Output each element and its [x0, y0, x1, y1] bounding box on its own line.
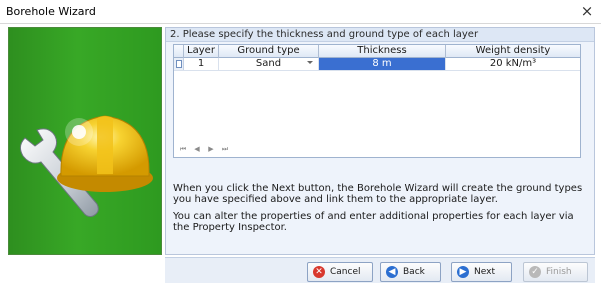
wizard-banner — [8, 27, 162, 255]
cancel-label: Cancel — [330, 267, 361, 277]
wizard-footer: ✕ Cancel ◀ Back ▶ Next ✓ Finish — [165, 257, 595, 283]
last-record-icon[interactable]: ⏭ — [220, 143, 230, 155]
table-row[interactable]: 1 Sand 8 m 20 kN/m³ — [174, 58, 580, 71]
row-indicator[interactable] — [174, 58, 184, 70]
first-record-icon[interactable]: ⏮ — [178, 143, 188, 155]
cell-weight-density[interactable]: 20 kN/m³ — [446, 58, 580, 70]
column-header-ground-type[interactable]: Ground type — [219, 45, 319, 58]
cell-layer[interactable]: 1 — [184, 58, 219, 70]
hardhat-wrench-icon — [19, 115, 153, 217]
row-edit-icon — [176, 60, 182, 68]
window-title: Borehole Wizard — [6, 5, 96, 18]
cancel-button[interactable]: ✕ Cancel — [307, 262, 373, 282]
back-arrow-icon: ◀ — [386, 266, 398, 278]
wizard-step-panel: 2. Please specify the thickness and grou… — [165, 27, 595, 255]
info-next-explanation: When you click the Next button, the Bore… — [173, 183, 583, 205]
step-header: 2. Please specify the thickness and grou… — [166, 28, 594, 42]
finish-label: Finish — [546, 267, 572, 277]
back-button[interactable]: ◀ Back — [380, 262, 441, 282]
column-header-thickness[interactable]: Thickness — [319, 45, 446, 58]
grid-navigator: ⏮ ◀ ▶ ⏭ — [175, 143, 579, 156]
back-label: Back — [403, 267, 425, 277]
layers-grid[interactable]: Layer Ground type Thickness Weight densi… — [173, 44, 581, 158]
ground-type-value: Sand — [255, 58, 282, 69]
next-record-icon[interactable]: ▶ — [206, 143, 216, 155]
next-arrow-icon: ▶ — [457, 266, 469, 278]
finish-button[interactable]: ✓ Finish — [523, 262, 588, 282]
previous-record-icon[interactable]: ◀ — [192, 143, 202, 155]
column-header-weight-density[interactable]: Weight density — [446, 45, 580, 58]
info-property-inspector: You can alter the properties of and ente… — [173, 211, 574, 233]
finish-icon: ✓ — [529, 266, 541, 278]
grid-header-row: Layer Ground type Thickness Weight densi… — [174, 45, 580, 58]
row-indicator-header — [174, 45, 184, 58]
cancel-icon: ✕ — [313, 266, 325, 278]
title-bar: Borehole Wizard × — [0, 0, 601, 24]
column-header-layer[interactable]: Layer — [184, 45, 219, 58]
close-icon[interactable]: × — [578, 2, 596, 20]
cell-thickness[interactable]: 8 m — [319, 58, 446, 70]
next-label: Next — [474, 267, 495, 277]
chevron-down-icon[interactable] — [307, 61, 313, 64]
next-button[interactable]: ▶ Next — [451, 262, 512, 282]
cell-ground-type[interactable]: Sand — [219, 58, 319, 70]
